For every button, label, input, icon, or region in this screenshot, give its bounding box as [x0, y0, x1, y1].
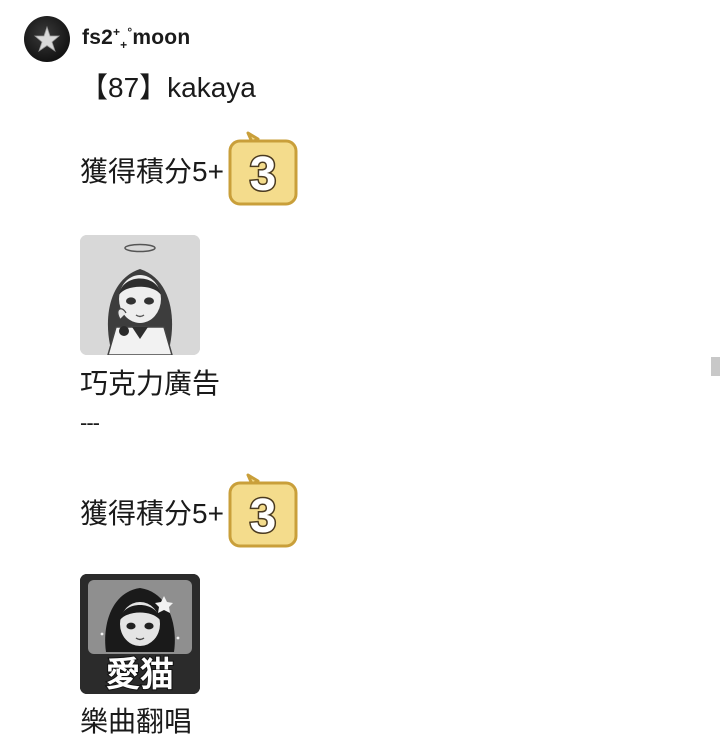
author-name-tail: moon: [132, 26, 191, 49]
points-row: 獲得積分5+ 3: [80, 130, 300, 210]
author-name[interactable]: fs2++°moon: [82, 25, 191, 52]
sticker-caption: 樂曲翻唱: [80, 706, 193, 737]
cat-lover-illustration: 愛猫: [80, 574, 200, 694]
author-name-degree: °: [127, 25, 133, 39]
scrollbar-thumb[interactable]: [711, 357, 720, 376]
thumbnail-text: 愛猫: [106, 655, 174, 694]
star-icon: [33, 25, 61, 53]
anime-girl-illustration: [80, 235, 200, 355]
sticker-thumbnail[interactable]: 愛猫: [80, 574, 200, 694]
author-avatar[interactable]: [24, 16, 70, 62]
badge-number: 3: [250, 148, 277, 201]
message-title: 【87】kakaya: [80, 72, 256, 103]
author-name-main: fs2: [82, 26, 113, 49]
points-text: 獲得積分5+: [80, 498, 224, 529]
badge-number: 3: [250, 490, 277, 543]
points-row: 獲得積分5+ 3: [80, 472, 300, 552]
number-3-sticker-icon: 3: [228, 473, 298, 548]
author-name-sup: +: [112, 25, 121, 39]
sticker-caption: 巧克力廣告: [80, 368, 221, 399]
divider-text: ---: [80, 410, 100, 435]
sticker-thumbnail[interactable]: [80, 235, 200, 355]
author-name-sub: +: [120, 38, 128, 52]
points-text: 獲得積分5+: [80, 156, 224, 187]
number-3-sticker-icon: 3: [228, 131, 298, 206]
